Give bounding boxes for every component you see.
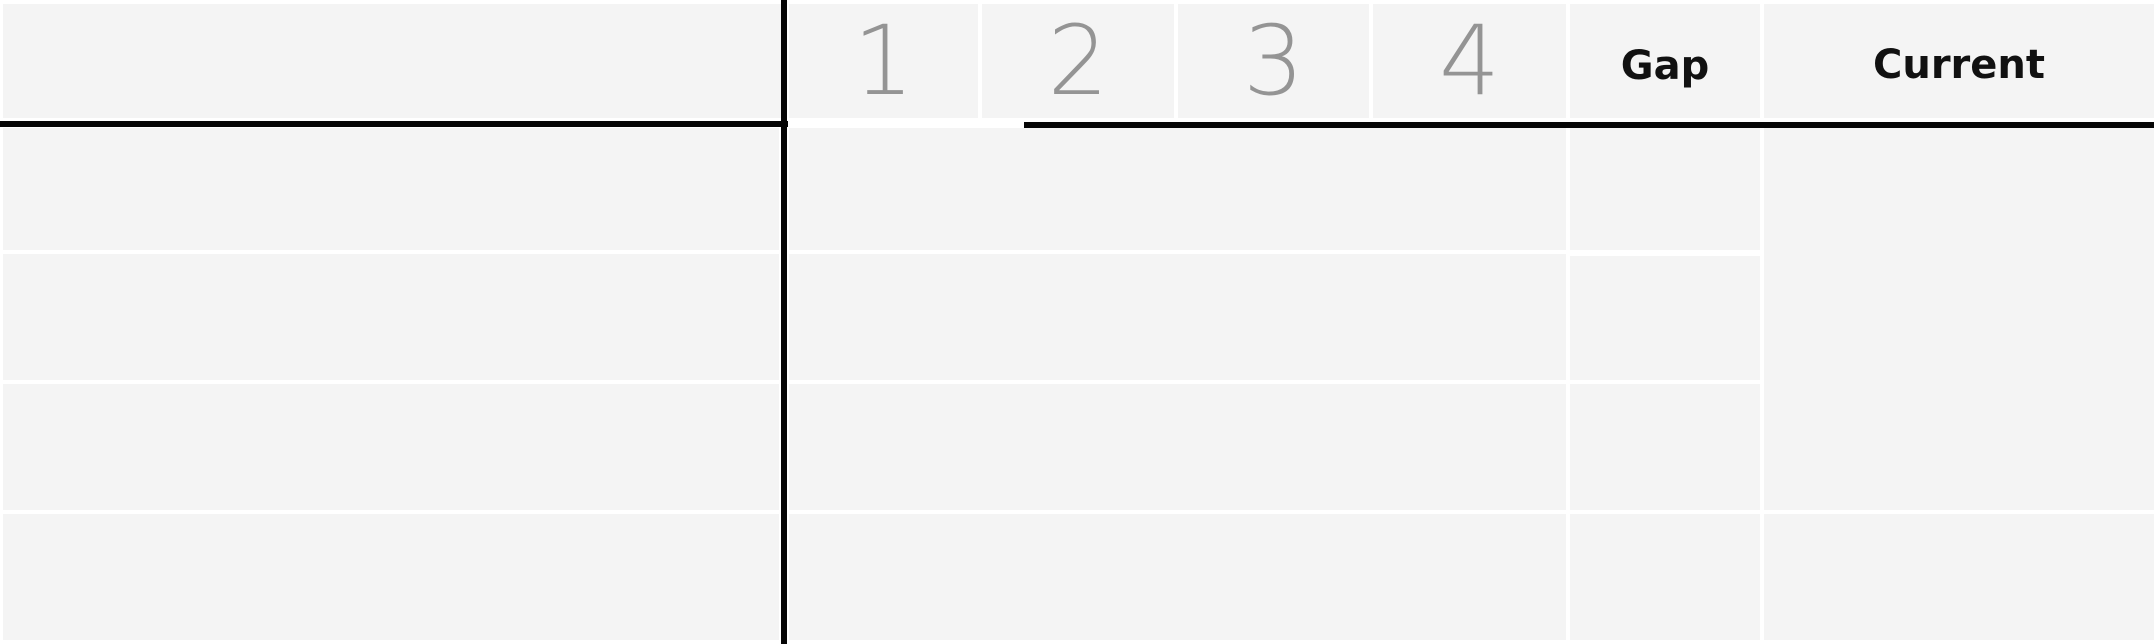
level-scores-row-2[interactable] [789,254,1566,380]
header-level-2-cell: 2 [982,4,1174,118]
criterion-cell-2[interactable] [3,254,779,380]
gap-cell-2[interactable] [1570,256,1760,380]
header-level-1-cell: 1 [789,4,978,118]
level-scores-row-3[interactable] [789,384,1566,510]
criterion-cell-4[interactable] [3,514,779,640]
header-level-3-cell: 3 [1178,4,1369,118]
gap-header: Gap [1620,43,1710,89]
level-1-label: 1 [852,5,915,117]
level-scores-row-4[interactable] [789,514,1566,640]
header-divider-line-right [1024,122,2154,128]
gap-cell-4[interactable] [1570,514,1760,640]
level-scores-row-1[interactable] [789,128,1566,250]
header-level-4-cell: 4 [1373,4,1566,118]
current-header: Current [1872,42,2045,88]
header-gap-cell: Gap [1570,4,1760,118]
level-2-label: 2 [1047,5,1109,117]
assessment-grid: 1 2 3 4 Gap Current [0,0,2154,644]
criterion-cell-3[interactable] [3,384,779,510]
level-3-label: 3 [1242,5,1305,117]
criterion-cell-1[interactable] [3,128,779,250]
header-criterion-cell [3,4,783,118]
current-cell-merged[interactable] [1764,128,2154,510]
header-current-cell: Current [1764,4,2154,118]
current-cell-4[interactable] [1764,514,2154,640]
gap-cell-3[interactable] [1570,384,1760,510]
criteria-divider-line [781,0,787,644]
header-divider-line [0,121,788,127]
gap-cell-1[interactable] [1570,128,1760,250]
level-4-label: 4 [1438,5,1501,117]
